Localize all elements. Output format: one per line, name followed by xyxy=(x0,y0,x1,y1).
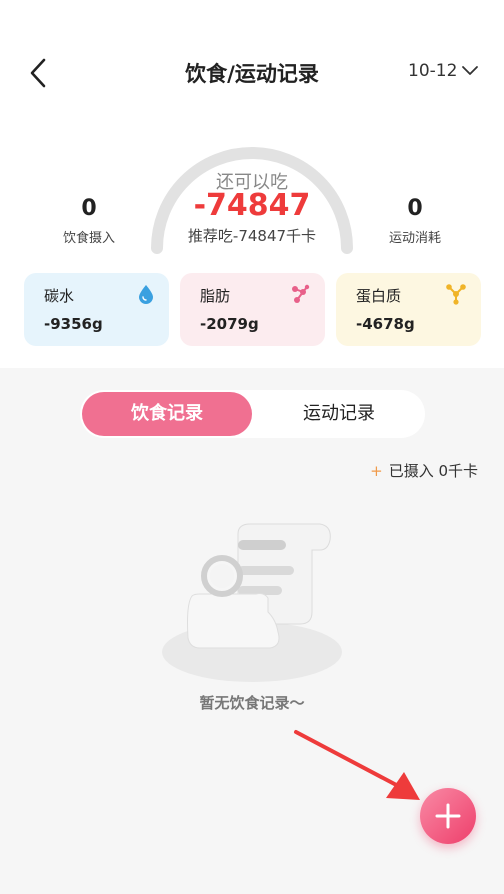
tab-diet-records[interactable]: 饮食记录 xyxy=(82,392,252,436)
intake-stat: 0 饮食摄入 xyxy=(44,196,134,246)
nutrient-label: 蛋白质 xyxy=(356,287,402,305)
nutrient-label: 碳水 xyxy=(44,287,75,305)
record-tabs: 饮食记录 运动记录 xyxy=(80,390,425,438)
calorie-summary: 0 饮食摄入 0 运动消耗 还可以吃 -74847 推荐吃-74847千卡 xyxy=(0,130,504,260)
plus-icon: + xyxy=(370,462,383,480)
date-selector[interactable]: 10-12 xyxy=(408,61,479,81)
empty-records-text: 暂无饮食记录～ xyxy=(199,694,305,712)
nutrient-value: -2079g xyxy=(200,315,259,333)
nutrient-card-protein: 蛋白质 -4678g xyxy=(336,273,481,346)
recommend-text: 推荐吃-74847千卡 xyxy=(187,227,317,245)
nutrient-value: -9356g xyxy=(44,315,103,333)
arrow-pointer-icon xyxy=(294,730,420,800)
remaining-value: -74847 xyxy=(193,188,311,223)
date-label: 10-12 xyxy=(408,61,458,81)
molecule-icon xyxy=(292,284,310,303)
nutrient-card-fat: 脂肪 -2079g xyxy=(180,273,325,346)
molecule-icon xyxy=(446,284,466,305)
intake-total-text: 已摄入 0千卡 xyxy=(388,462,478,480)
burned-value: 0 xyxy=(407,196,423,221)
nutrient-value: -4678g xyxy=(356,315,415,333)
empty-records-illustration xyxy=(162,523,342,682)
chevron-down-icon xyxy=(462,66,479,75)
intake-label: 饮食摄入 xyxy=(62,231,115,246)
header: 饮食/运动记录 10-12 xyxy=(0,0,504,150)
water-drop-icon xyxy=(139,285,153,304)
nutrient-card-carbs: 碳水 -9356g xyxy=(24,273,169,346)
plus-icon xyxy=(435,803,461,829)
intake-value: 0 xyxy=(81,196,97,221)
nutrient-label: 脂肪 xyxy=(200,287,231,305)
intake-total: + 已摄入 0千卡 xyxy=(370,460,478,481)
burned-stat: 0 运动消耗 xyxy=(370,196,460,246)
add-record-button[interactable] xyxy=(420,788,476,844)
burned-label: 运动消耗 xyxy=(388,231,441,246)
tab-exercise-records[interactable]: 运动记录 xyxy=(255,392,423,436)
